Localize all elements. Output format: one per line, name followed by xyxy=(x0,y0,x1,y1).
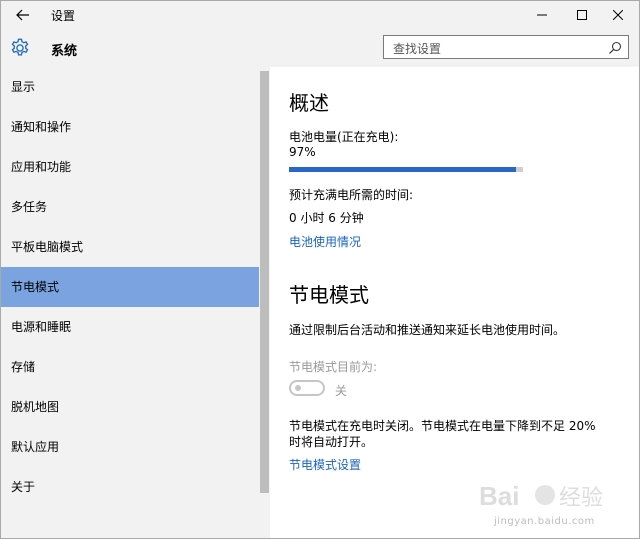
watermark-url: jingyan.baidu.com xyxy=(494,516,595,527)
svg-text:Bai: Bai xyxy=(479,481,519,511)
battery-progress-fill xyxy=(289,167,516,172)
battery-saver-settings-link[interactable]: 节电模式设置 xyxy=(289,456,361,473)
charge-time-value: 0 小时 6 分钟 xyxy=(289,211,364,225)
search-input[interactable]: 查找设置 xyxy=(383,35,629,59)
battery-saver-description: 通过限制后台活动和推送通知来延长电池使用时间。 xyxy=(289,323,566,337)
sidebar-item-about[interactable]: 关于 xyxy=(1,467,259,507)
sidebar-item-notifications[interactable]: 通知和操作 xyxy=(1,107,259,147)
page-title: 系统 xyxy=(51,44,78,59)
toggle-knob xyxy=(295,385,301,391)
minimize-icon xyxy=(537,14,547,16)
sidebar-item-default-apps[interactable]: 默认应用 xyxy=(1,427,259,467)
battery-saver-heading: 节电模式 xyxy=(289,283,369,307)
back-arrow-icon xyxy=(16,9,29,21)
maximize-icon xyxy=(577,10,587,20)
sidebar-item-power-sleep[interactable]: 电源和睡眠 xyxy=(1,307,259,347)
battery-saver-note-line1: 节电模式在充电时关闭。节电模式在电量下降到不足 20% xyxy=(289,419,596,433)
sidebar-item-multitasking[interactable]: 多任务 xyxy=(1,187,259,227)
settings-window: 设置 系统 查找设置 显示 通知和操作 应用和功能 多任务 平板电脑模式 节电模… xyxy=(0,0,640,539)
gear-icon xyxy=(11,38,29,56)
svg-text:经验: 经验 xyxy=(559,486,603,511)
toggle-state-label: 关 xyxy=(335,384,348,398)
charge-time-label: 预计充满电所需的时间: xyxy=(289,188,414,202)
sidebar-item-offline-maps[interactable]: 脱机地图 xyxy=(1,387,259,427)
battery-level-label: 电池电量(正在充电): xyxy=(289,130,399,144)
battery-level-value: 97% xyxy=(289,145,316,159)
overview-heading: 概述 xyxy=(289,91,329,115)
sidebar-item-storage[interactable]: 存储 xyxy=(1,347,259,387)
battery-usage-link[interactable]: 电池使用情况 xyxy=(289,233,361,250)
back-button[interactable] xyxy=(1,1,45,29)
sidebar-item-display[interactable]: 显示 xyxy=(1,67,259,107)
battery-saver-note-line2: 时将自动打开。 xyxy=(289,435,374,449)
battery-saver-toggle[interactable] xyxy=(289,380,325,396)
title-bar: 设置 xyxy=(1,1,639,29)
search-placeholder: 查找设置 xyxy=(393,42,442,56)
battery-progress-bar xyxy=(289,167,523,172)
window-title: 设置 xyxy=(51,9,76,23)
sidebar-item-apps[interactable]: 应用和功能 xyxy=(1,147,259,187)
settings-header: 系统 查找设置 xyxy=(1,29,639,67)
close-icon xyxy=(613,10,623,20)
search-icon[interactable] xyxy=(608,41,622,55)
sidebar-item-tablet-mode[interactable]: 平板电脑模式 xyxy=(1,227,259,267)
sidebar-item-battery-saver[interactable]: 节电模式 xyxy=(1,267,259,307)
scrollbar-thumb[interactable] xyxy=(260,71,269,493)
battery-saver-status-label: 节电模式目前为: xyxy=(289,360,378,374)
close-button[interactable] xyxy=(595,1,639,29)
